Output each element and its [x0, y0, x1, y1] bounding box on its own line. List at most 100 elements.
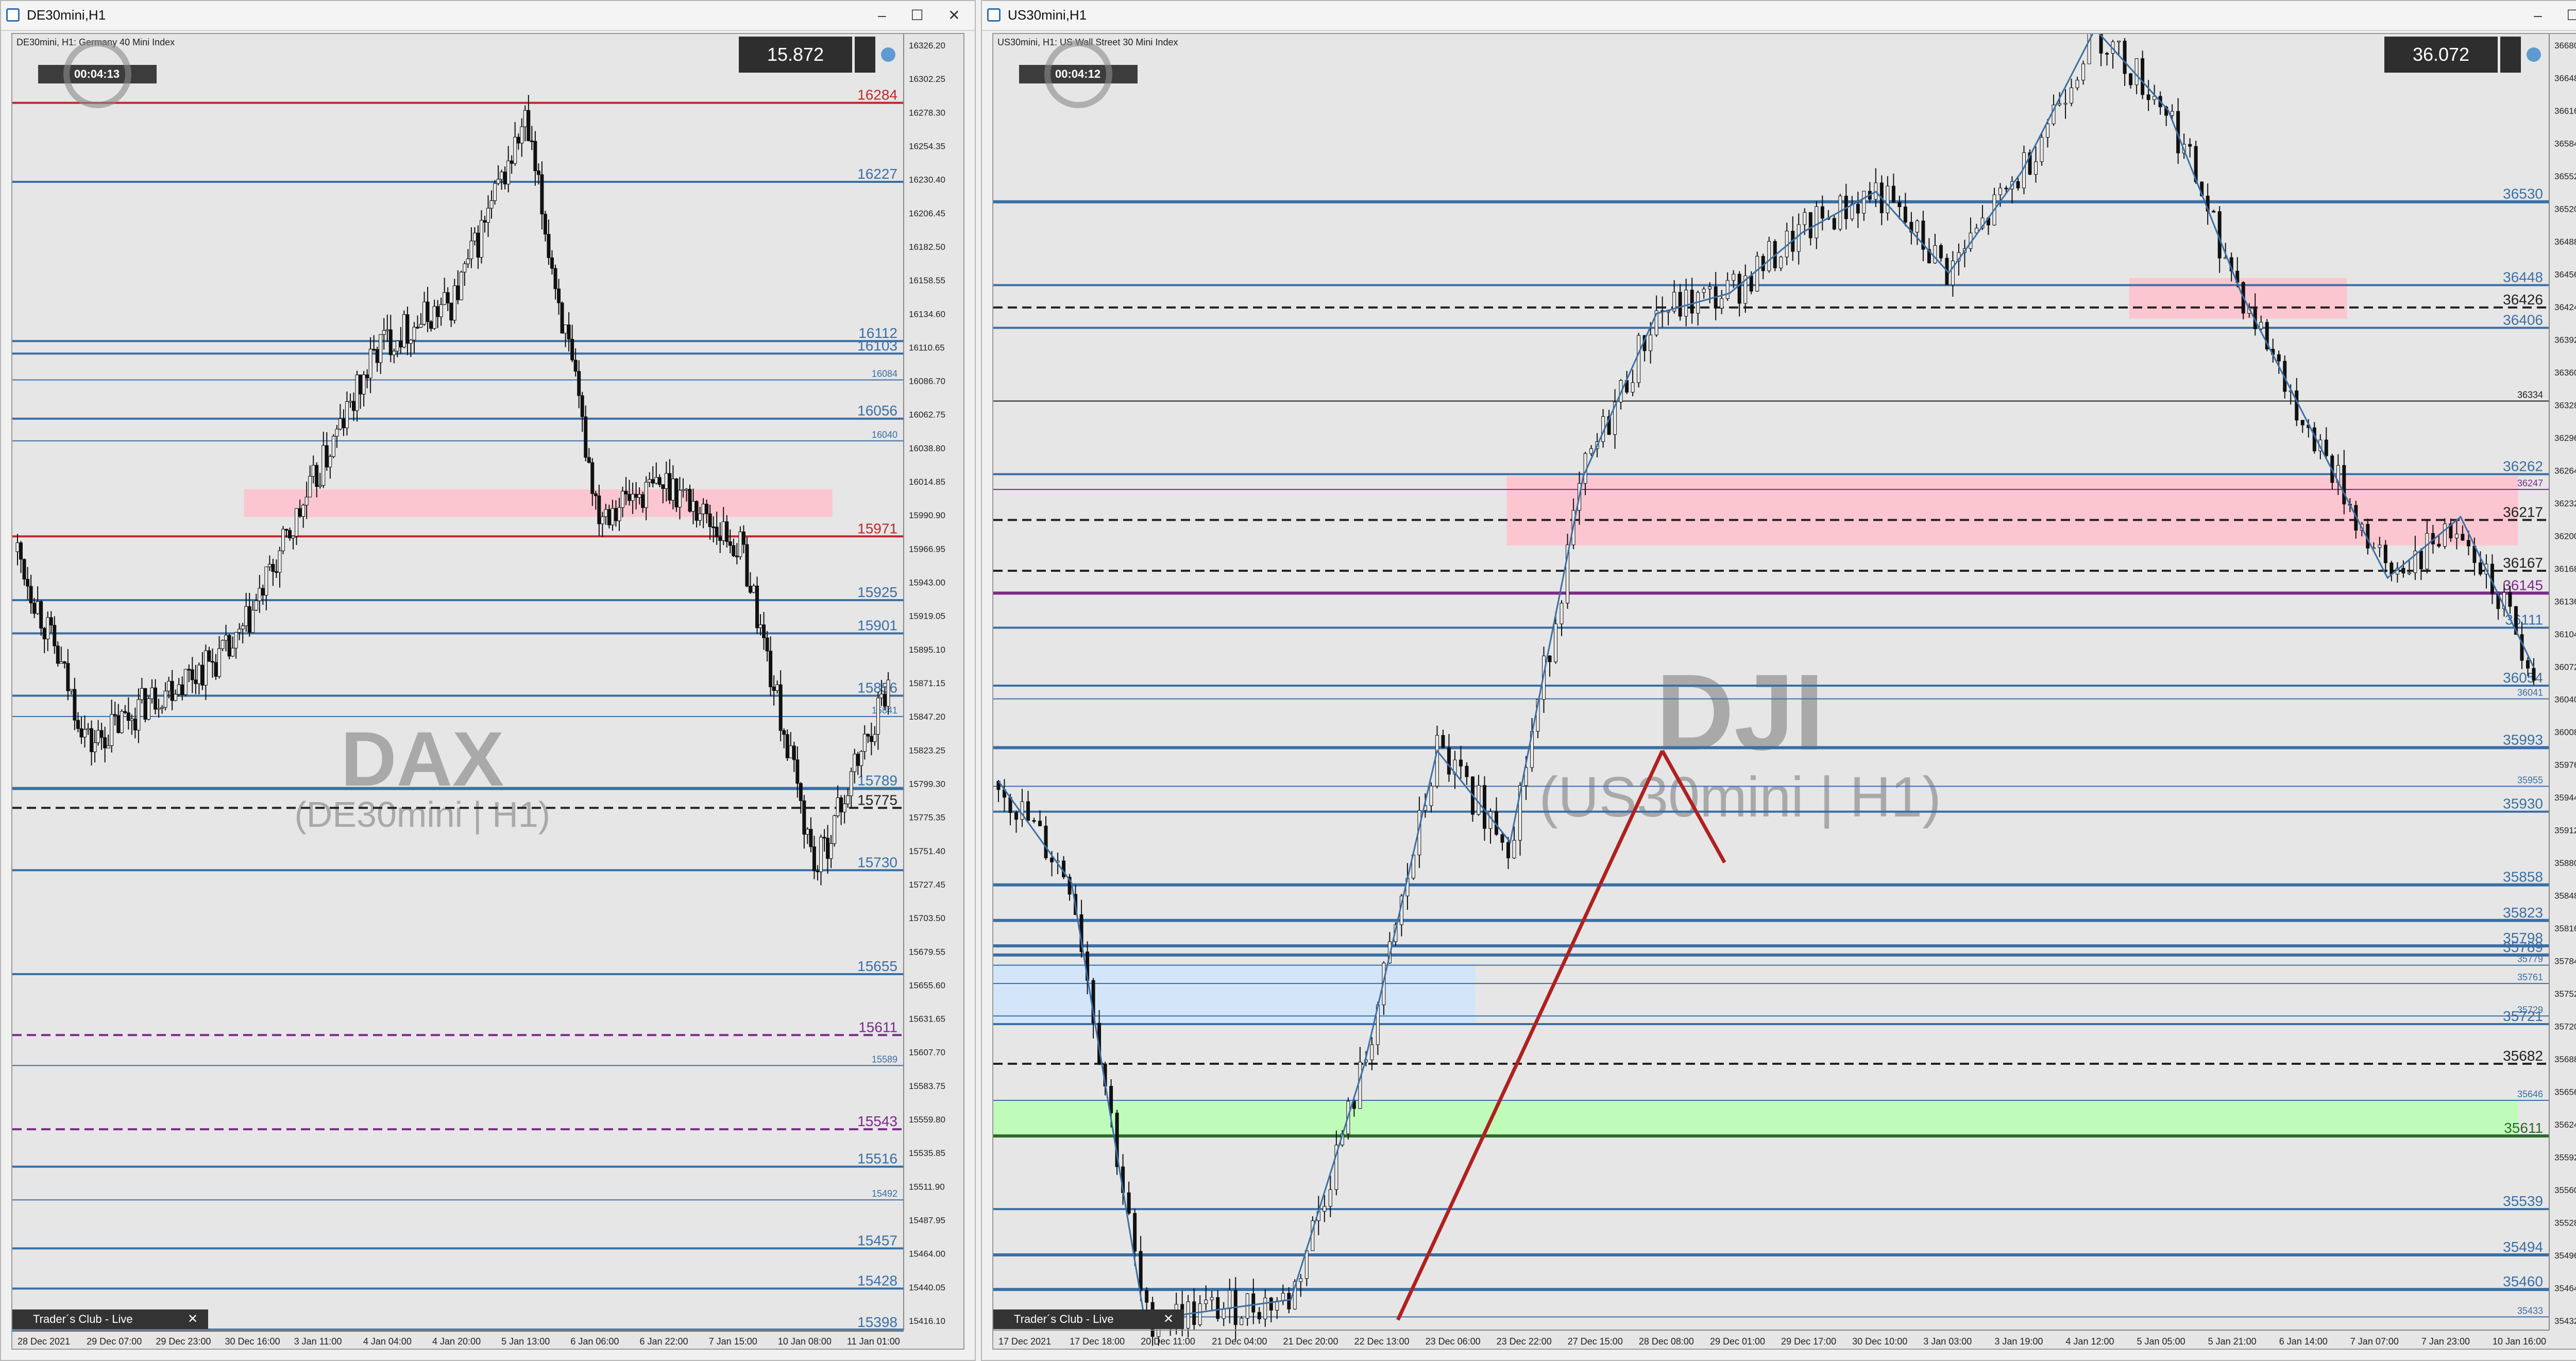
x-tick-label: 6 Jan 06:00: [570, 1336, 619, 1347]
candle-body: [1044, 825, 1048, 858]
candle-body: [83, 729, 87, 738]
candle-body: [735, 555, 739, 557]
candle-body: [446, 292, 450, 303]
candle-body: [641, 494, 645, 508]
account-tab-label: Trader´s Club - Live: [1014, 1313, 1114, 1325]
candle-body: [607, 509, 611, 525]
candle-body: [170, 680, 174, 701]
candle-body: [227, 635, 231, 657]
candle-body: [1447, 747, 1451, 775]
level-label: 35823: [2503, 905, 2543, 921]
y-tick-label: 16326.20: [909, 41, 945, 50]
level-label: 36406: [2503, 312, 2543, 328]
candle-body: [234, 632, 238, 649]
x-tick-label: 22 Dec 13:00: [1354, 1336, 1409, 1347]
tab-close-icon[interactable]: ✕: [188, 1312, 198, 1326]
y-tick-label: 35976.50: [2554, 760, 2576, 770]
candle-body: [805, 829, 809, 835]
trend-line[interactable]: [1396, 750, 1664, 1321]
window-titlebar[interactable]: US30mini,H1 – ☐ ✕: [982, 1, 2576, 31]
candle-body: [536, 171, 540, 175]
candle-body: [271, 564, 275, 572]
level-label: 15543: [857, 1113, 897, 1129]
candle-body: [1038, 821, 1042, 826]
maximize-icon[interactable]: ☐: [907, 5, 927, 26]
candle-body: [210, 661, 214, 663]
candle-body: [600, 516, 604, 524]
x-tick-label: 5 Jan 05:00: [2137, 1336, 2185, 1347]
candle-body: [1222, 1308, 1226, 1319]
candle-body: [439, 304, 443, 317]
candle-body: [274, 571, 278, 573]
candle-body: [523, 110, 527, 127]
candle-body: [1026, 801, 1030, 821]
candle-body: [557, 288, 561, 303]
window-titlebar[interactable]: DE30mini,H1 – ☐ ✕: [1, 1, 975, 31]
candle-body: [1939, 245, 1943, 259]
candle-body: [1287, 1292, 1291, 1309]
level-label: 35494: [2503, 1239, 2543, 1255]
level-label: 35433: [2517, 1305, 2543, 1316]
y-tick-label: 15655.60: [909, 980, 945, 990]
candle-body: [422, 301, 427, 325]
candle-body: [103, 737, 107, 748]
price-box-info-icon[interactable]: [881, 47, 895, 62]
candle-body: [1139, 1251, 1143, 1291]
candle-body: [1862, 191, 1866, 214]
candle-body: [2034, 161, 2038, 175]
level-label: 36217: [2503, 504, 2543, 520]
chart-plot-area[interactable]: DAX (DE30mini | H1) 16284 16227 16112 16103 16…: [11, 33, 964, 1350]
y-tick-label: 15775.35: [909, 813, 945, 823]
candle-body: [1886, 185, 1890, 213]
candle-body: [1678, 292, 1682, 317]
candle-body: [281, 529, 285, 551]
candle-body: [2342, 465, 2346, 505]
candle-body: [1702, 288, 1706, 293]
price-box-info-icon[interactable]: [2527, 47, 2541, 62]
maximize-icon[interactable]: ☐: [2563, 5, 2576, 26]
y-tick-label: 36488.50: [2554, 237, 2576, 247]
candle-body: [123, 711, 127, 713]
level-label: 15492: [872, 1188, 897, 1199]
level-label: 36145: [2503, 577, 2543, 593]
candle-body: [842, 803, 846, 812]
chart-plot-area[interactable]: DJI (US30mini | H1) 36530 36448 36426 36406 36…: [992, 4, 2576, 1350]
candle-body: [614, 508, 618, 521]
candle-body: [2300, 420, 2304, 426]
candle-body: [412, 327, 416, 341]
candle-body: [547, 234, 551, 258]
level-label: 15856: [857, 680, 897, 696]
candle-body: [1815, 206, 1819, 239]
y-tick-label: 16062.75: [909, 410, 945, 420]
price-box-plus-icon[interactable]: [2500, 37, 2521, 73]
level-label: 15730: [857, 854, 897, 870]
candle-body: [2040, 137, 2044, 162]
candle-body: [459, 271, 463, 300]
level-label: 36334: [2517, 389, 2543, 400]
candle-body: [1186, 1301, 1190, 1329]
candle-body: [86, 728, 90, 730]
candle-body: [839, 797, 843, 812]
candle-body: [183, 669, 188, 695]
y-tick-label: 36040.50: [2554, 695, 2576, 705]
minimize-icon[interactable]: –: [2528, 5, 2548, 26]
candle-body: [573, 360, 578, 372]
candle-body: [217, 648, 222, 677]
minimize-icon[interactable]: –: [872, 5, 892, 26]
price-box-plus-icon[interactable]: [855, 37, 875, 73]
candle-body: [657, 477, 662, 485]
candle-body: [53, 625, 57, 647]
close-icon[interactable]: ✕: [944, 5, 964, 26]
candle-body: [715, 526, 719, 537]
x-tick-label: 3 Jan 19:00: [1994, 1336, 2043, 1347]
candle-body: [621, 490, 625, 508]
candle-body: [321, 445, 326, 486]
candle-body: [261, 588, 265, 596]
candle-body: [705, 504, 709, 514]
tab-close-icon[interactable]: ✕: [1163, 1312, 1174, 1326]
candle-body: [564, 325, 568, 334]
y-tick-label: 15919.05: [909, 611, 945, 621]
candle-body: [392, 351, 396, 355]
candle-body: [762, 624, 766, 638]
x-tick-label: 3 Jan 03:00: [1923, 1336, 1972, 1347]
